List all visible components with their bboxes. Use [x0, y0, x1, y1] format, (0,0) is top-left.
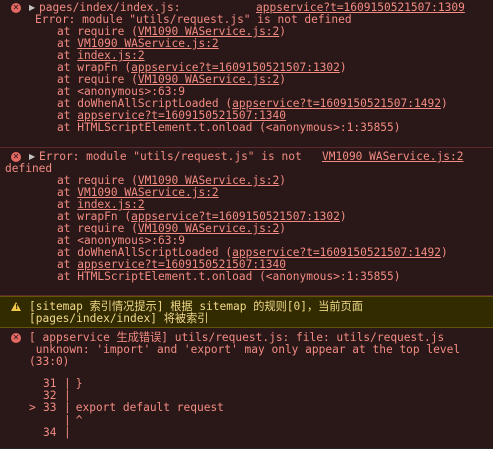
code-frame-code: ^ — [69, 413, 83, 427]
code-frame-line: > 33 | export default request — [0, 402, 493, 414]
stack-frame-suffix: ) — [279, 25, 287, 38]
stack-frame-suffix: ) — [279, 222, 287, 235]
code-frame-marker: > — [29, 401, 43, 415]
warning-row: [pages/index/index] 将被索引 — [0, 313, 493, 325]
stack-frame: at HTMLScriptElement.t.onload (<anonymou… — [0, 271, 493, 283]
stack-frame-suffix: ) — [279, 174, 287, 187]
stack-frame-prefix: at HTMLScriptElement.t.onload (<anonymou… — [57, 121, 401, 134]
stack-frame-text: at HTMLScriptElement.t.onload (<anonymou… — [57, 122, 401, 134]
stack-frame-suffix: ) — [440, 97, 448, 110]
stack-frame-text: at HTMLScriptElement.t.onload (<anonymou… — [57, 271, 401, 283]
console-error-entry[interactable]: ✕ [ appservice 生成错误] utils/request.js: f… — [0, 328, 493, 448]
error-icon: ✕ — [11, 333, 21, 343]
error-icon: ✕ — [11, 152, 21, 162]
code-frame-bar: | — [64, 425, 71, 439]
code-frame-marker — [29, 390, 42, 402]
error-header-row: ✕ ▶ Error: module "utils/request.js" is … — [0, 151, 493, 163]
console-warning-entry[interactable]: ! [sitemap 索引情况提示] 根据 sitemap 的规则[0]，当前页… — [0, 296, 493, 328]
stack-frame: at HTMLScriptElement.t.onload (<anonymou… — [0, 122, 493, 134]
code-frame-num: 33 — [43, 401, 57, 415]
error-message-text: (33:0) — [29, 355, 70, 368]
error-message-text: Error: module "utils/request.js" is not — [39, 150, 302, 163]
stack-frame-suffix: ) — [339, 210, 347, 223]
error-row: (33:0) — [0, 356, 493, 368]
code-frame-bar: | — [64, 389, 71, 403]
code-frame-marker — [29, 427, 42, 439]
code-frame-num: 32 — [43, 389, 57, 403]
code-frame-code: } — [69, 377, 83, 390]
warning-text: [pages/index/index] 将被索引 — [29, 312, 209, 325]
code-frame-num: 34 — [43, 425, 57, 439]
console-error-entry[interactable]: ✕ ▶ Error: module "utils/request.js" is … — [0, 148, 493, 296]
code-frame-marker — [29, 415, 42, 427]
error-row: unknown: 'import' and 'export' may only … — [0, 344, 493, 356]
error-source-link[interactable]: VM1090 WAService.js:2 — [322, 151, 463, 163]
code-frame-line: | ^ — [0, 413, 493, 427]
code-frame-line: 34 | — [0, 425, 493, 439]
stack-frame-suffix: ) — [440, 246, 448, 259]
error-message-text: defined — [5, 162, 53, 175]
stack-frame-suffix: ) — [339, 61, 347, 74]
code-frame-num — [43, 415, 56, 427]
code-frame-line: 31 | } — [0, 378, 493, 390]
stack-frame-suffix: ) — [279, 73, 287, 86]
error-icon: ✕ — [11, 3, 21, 13]
warning-exclamation-icon: ! — [15, 303, 19, 311]
console-panel: ✕ ▶ pages/index/index.js: appservice?t=1… — [0, 0, 493, 449]
code-frame-marker — [29, 378, 42, 390]
code-frame-num: 31 — [43, 377, 57, 390]
console-error-entry[interactable]: ✕ ▶ pages/index/index.js: appservice?t=1… — [0, 0, 493, 148]
error-message-text: unknown: 'import' and 'export' may only … — [29, 343, 461, 356]
code-frame-code: export default request — [69, 401, 224, 415]
stack-frame-prefix: at HTMLScriptElement.t.onload (<anonymou… — [57, 270, 401, 283]
